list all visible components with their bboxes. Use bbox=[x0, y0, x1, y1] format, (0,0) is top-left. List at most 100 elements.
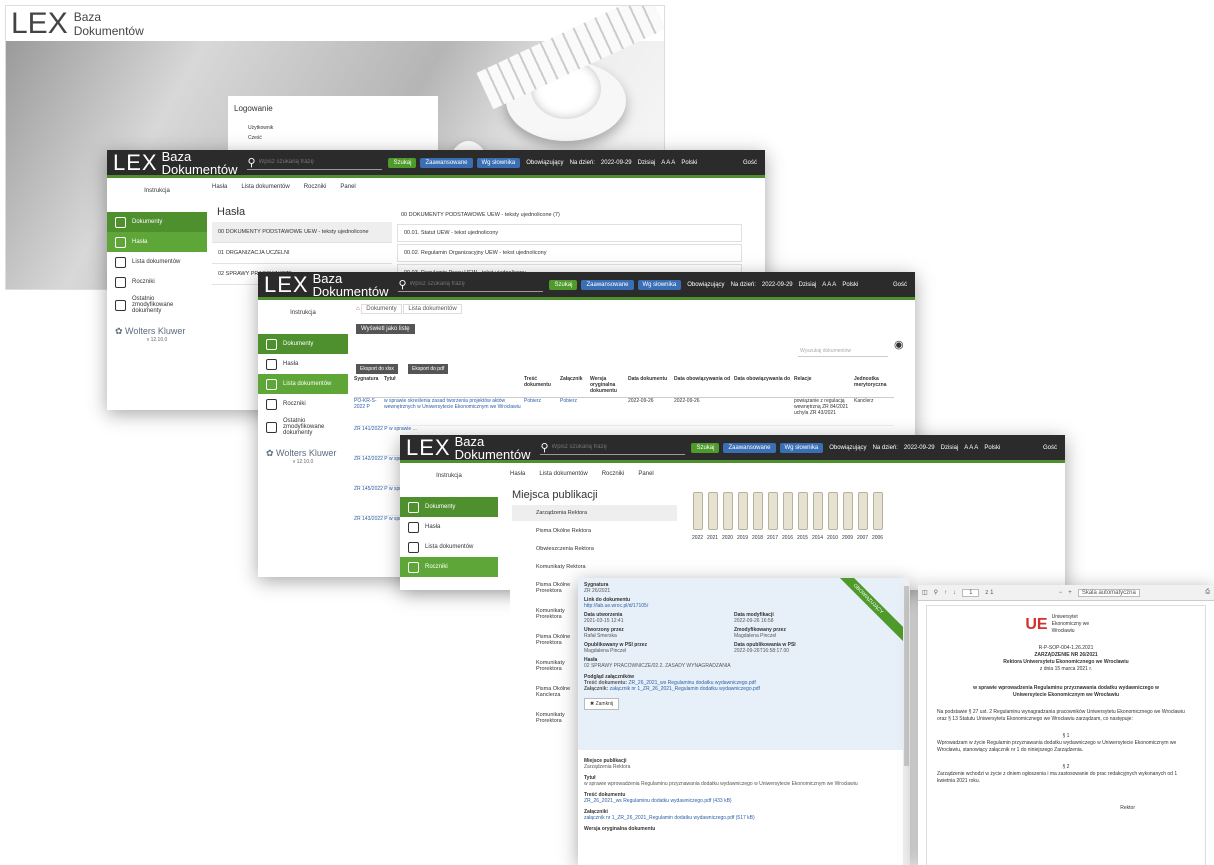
export-pdf-button[interactable]: Eksport do pdf bbox=[408, 364, 449, 374]
font-size-switch[interactable]: A A A bbox=[661, 160, 675, 166]
breadcrumb-item[interactable]: Lista dokumentów bbox=[403, 304, 462, 314]
attachment-file-link[interactable]: załącznik nr 1_ZR_26_2021_Regulamin doda… bbox=[584, 815, 894, 821]
font-size-switch[interactable]: A A A bbox=[964, 445, 978, 451]
year-binder[interactable] bbox=[768, 492, 778, 530]
tab-lista[interactable]: Lista dokumentów bbox=[241, 184, 289, 190]
attachment-link[interactable]: załącznik nr 1_ZR_26_2021_Regulamin doda… bbox=[610, 686, 760, 692]
dictionary-button[interactable]: Wg słownika bbox=[637, 279, 682, 290]
sidebar-item-lista[interactable]: Lista dokumentów bbox=[400, 537, 498, 557]
zoom-select[interactable]: Skala automatyczna bbox=[1077, 588, 1140, 597]
eye-icon[interactable]: ◉ bbox=[894, 338, 904, 351]
today-button[interactable]: Dzisiaj bbox=[638, 160, 656, 166]
mp-item[interactable]: Komunikaty Prorektora bbox=[510, 601, 585, 627]
detail-scrollbar[interactable] bbox=[903, 578, 910, 865]
table-row[interactable]: PO-KR-S-2022 P w sprawie określenia zasa… bbox=[354, 398, 894, 426]
tab-roczniki[interactable]: Roczniki bbox=[602, 471, 625, 477]
year-binder[interactable] bbox=[843, 492, 853, 530]
year-binder[interactable] bbox=[873, 492, 883, 530]
today-button[interactable]: Dzisiaj bbox=[799, 282, 817, 288]
mp-item[interactable]: Pisma Okólne Rektora bbox=[512, 523, 677, 539]
sidebar-item-dokumenty[interactable]: Dokumenty bbox=[107, 212, 207, 232]
advanced-button[interactable]: Zaawansowane bbox=[420, 157, 473, 168]
mp-item[interactable]: Obwieszczenia Rektora bbox=[512, 541, 677, 557]
search-input[interactable] bbox=[551, 444, 672, 450]
sidebar-item-roczniki[interactable]: Roczniki bbox=[400, 557, 498, 577]
year-binder[interactable] bbox=[813, 492, 823, 530]
document-file-link[interactable]: ZR_26_2021_ws Regulaminu dodatku wydawni… bbox=[584, 798, 894, 804]
export-xlsx-button[interactable]: Eksport do xlsx bbox=[356, 364, 398, 374]
sidebar-item-dokumenty[interactable]: Dokumenty bbox=[258, 334, 348, 354]
hasla-group-header[interactable]: 00 DOKUMENTY PODSTAWOWE UEW - teksty uje… bbox=[397, 208, 742, 222]
hasla-subitem[interactable]: 00.02. Regulamin Organizacyjny UEW - tek… bbox=[397, 244, 742, 262]
language-select[interactable]: Polski bbox=[842, 282, 858, 288]
zoom-out-icon[interactable]: − bbox=[1059, 590, 1063, 596]
breadcrumb-item[interactable]: Dokumenty bbox=[361, 304, 402, 314]
mp-item[interactable]: Pisma Okólne Prorektora bbox=[510, 575, 585, 601]
search-button[interactable]: Szukaj bbox=[549, 279, 578, 290]
advanced-button[interactable]: Zaawansowane bbox=[581, 279, 634, 290]
search-button[interactable]: Szukaj bbox=[388, 157, 417, 168]
year-binder[interactable] bbox=[723, 492, 733, 530]
tab-roczniki[interactable]: Roczniki bbox=[304, 184, 327, 190]
date-value[interactable]: 2022-09-29 bbox=[601, 160, 632, 166]
hasla-item[interactable]: 01 ORGANIZACJA UCZELNI bbox=[212, 243, 392, 264]
instruction-link[interactable]: Instrukcja bbox=[400, 465, 498, 497]
user-menu[interactable]: Gość bbox=[743, 160, 757, 166]
next-page-icon[interactable]: ↓ bbox=[953, 590, 956, 596]
sidebar-item-roczniki[interactable]: Roczniki bbox=[107, 272, 207, 292]
tab-hasla[interactable]: Hasła bbox=[212, 184, 227, 190]
year-binder[interactable] bbox=[693, 492, 703, 530]
sidebar-item-roczniki[interactable]: Roczniki bbox=[258, 394, 348, 414]
year-binder[interactable] bbox=[783, 492, 793, 530]
dictionary-button[interactable]: Wg słownika bbox=[779, 442, 824, 453]
search-input[interactable] bbox=[258, 159, 369, 165]
tab-panel[interactable]: Panel bbox=[340, 184, 355, 190]
status-select[interactable]: Obowiązujący bbox=[526, 160, 563, 166]
status-select[interactable]: Obowiązujący bbox=[829, 445, 866, 451]
search-input[interactable] bbox=[409, 281, 530, 287]
instruction-link[interactable]: Instrukcja bbox=[258, 302, 348, 334]
status-select[interactable]: Obowiązujący bbox=[687, 282, 724, 288]
year-binder[interactable] bbox=[738, 492, 748, 530]
year-binder[interactable] bbox=[858, 492, 868, 530]
mp-item[interactable]: Pisma Okólne Prorektora bbox=[510, 627, 585, 653]
hasla-subitem[interactable]: 00.01. Statut UEW - tekst ujednolicony bbox=[397, 224, 742, 242]
language-select[interactable]: Polski bbox=[681, 160, 697, 166]
mp-item[interactable]: Komunikaty Prorektora bbox=[510, 705, 585, 731]
lista-search-input[interactable]: Wyszukaj dokumentów bbox=[798, 346, 888, 357]
date-value[interactable]: 2022-09-29 bbox=[762, 282, 793, 288]
sidebar-item-ostatnio[interactable]: Ostatnio zmodyfikowane dokumenty bbox=[258, 414, 348, 440]
sidebar-item-lista[interactable]: Lista dokumentów bbox=[107, 252, 207, 272]
sidebar-item-lista[interactable]: Lista dokumentów bbox=[258, 374, 348, 394]
mp-item-active[interactable]: Zarządzenia Rektora bbox=[512, 505, 677, 521]
mp-item[interactable]: Pisma Okólne Kanclerza bbox=[510, 679, 585, 705]
year-binder[interactable] bbox=[798, 492, 808, 530]
user-menu[interactable]: Gość bbox=[1043, 445, 1057, 451]
search-box[interactable]: ⚲ bbox=[247, 156, 383, 170]
sidebar-item-hasla[interactable]: Hasła bbox=[258, 354, 348, 374]
mp-item[interactable]: Komunikaty Rektora bbox=[512, 559, 677, 575]
search-box[interactable]: ⚲ bbox=[540, 441, 686, 455]
year-binder[interactable] bbox=[708, 492, 718, 530]
language-select[interactable]: Polski bbox=[984, 445, 1000, 451]
mp-item[interactable]: Komunikaty Prorektora bbox=[510, 653, 585, 679]
year-binder[interactable] bbox=[753, 492, 763, 530]
print-icon[interactable]: ⎙ bbox=[1205, 589, 1210, 596]
page-input[interactable]: 1 bbox=[962, 588, 980, 597]
user-menu[interactable]: Gość bbox=[893, 282, 907, 288]
home-icon[interactable]: ⌂ bbox=[356, 306, 360, 312]
sidebar-toggle-icon[interactable]: ◫ bbox=[922, 589, 928, 596]
instruction-link[interactable]: Instrukcja bbox=[107, 180, 207, 212]
prev-page-icon[interactable]: ↑ bbox=[944, 590, 947, 596]
hasla-item[interactable]: 00 DOKUMENTY PODSTAWOWE UEW - teksty uje… bbox=[212, 222, 392, 243]
tab-lista[interactable]: Lista dokumentów bbox=[539, 471, 587, 477]
tab-hasla[interactable]: Hasła bbox=[510, 471, 525, 477]
dictionary-button[interactable]: Wg słownika bbox=[476, 157, 521, 168]
advanced-button[interactable]: Zaawansowane bbox=[723, 442, 776, 453]
date-value[interactable]: 2022-09-29 bbox=[904, 445, 935, 451]
sidebar-item-hasla[interactable]: Hasła bbox=[400, 517, 498, 537]
sidebar-item-ostatnio[interactable]: Ostatnio zmodyfikowane dokumenty bbox=[107, 292, 207, 318]
show-as-list-button[interactable]: Wyświetl jako listę bbox=[356, 324, 415, 334]
search-box[interactable]: ⚲ bbox=[398, 278, 544, 292]
search-button[interactable]: Szukaj bbox=[691, 442, 720, 453]
